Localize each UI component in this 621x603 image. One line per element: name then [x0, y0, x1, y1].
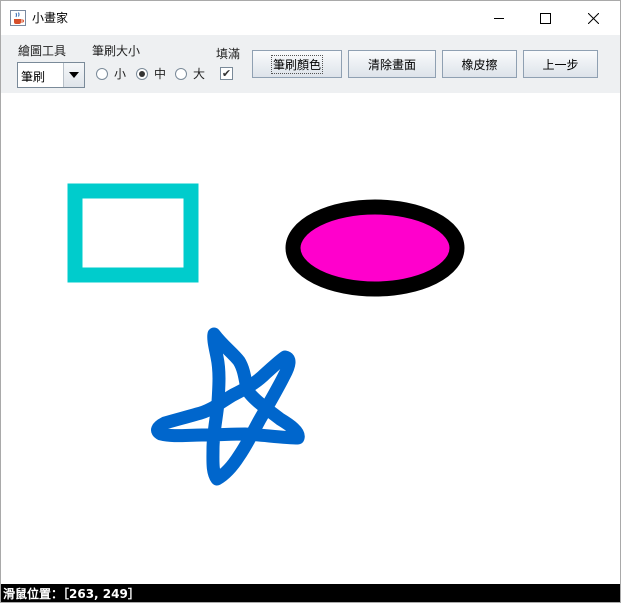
brush-color-button[interactable]: 筆刷顏色 [252, 50, 342, 78]
clear-canvas-button[interactable]: 清除畫面 [348, 50, 436, 78]
status-bar: 滑鼠位置：［263, 249］ [1, 584, 620, 602]
cyan-rectangle [67, 183, 199, 283]
clear-canvas-label: 清除畫面 [367, 57, 416, 72]
size-large-radio[interactable] [175, 68, 187, 80]
tool-label: 繪圖工具 [18, 44, 67, 58]
size-medium-radio[interactable] [136, 68, 148, 80]
brush-size-label: 筆刷大小 [92, 44, 141, 58]
undo-label: 上一步 [542, 57, 579, 72]
title-bar[interactable]: 小畫家 [1, 1, 620, 35]
undo-button[interactable]: 上一步 [523, 50, 598, 78]
fill-checkbox[interactable]: ✔ [220, 67, 233, 80]
maximize-icon [539, 12, 551, 24]
drawing-canvas[interactable] [1, 93, 620, 584]
minimize-button[interactable] [476, 1, 522, 35]
dropdown-arrow-icon[interactable] [63, 63, 84, 87]
size-small-radio[interactable] [96, 68, 108, 80]
java-cup-icon [10, 10, 26, 26]
window-title: 小畫家 [32, 11, 69, 25]
size-medium-label: 中 [154, 67, 167, 81]
minimize-icon [493, 17, 504, 19]
tool-selected-value: 筆刷 [21, 70, 46, 84]
magenta-ellipse [285, 199, 465, 297]
size-large-label: 大 [193, 67, 206, 81]
eraser-button[interactable]: 橡皮擦 [442, 50, 517, 78]
fill-label: 填滿 [216, 47, 241, 61]
eraser-label: 橡皮擦 [461, 57, 498, 72]
brush-color-label: 筆刷顏色 [270, 54, 324, 74]
close-icon [587, 12, 599, 24]
app-window: 小畫家 繪圖工具 筆刷 筆刷大小 小 中 大 填滿 ✔ 筆刷顏色 清除畫面 橡皮… [0, 0, 621, 603]
blue-freehand-star [151, 327, 305, 486]
maximize-button[interactable] [522, 1, 568, 35]
tool-combobox[interactable]: 筆刷 [17, 62, 85, 88]
close-button[interactable] [570, 1, 616, 35]
size-small-label: 小 [114, 67, 127, 81]
mouse-position-status: 滑鼠位置：［263, 249］ [3, 587, 140, 601]
